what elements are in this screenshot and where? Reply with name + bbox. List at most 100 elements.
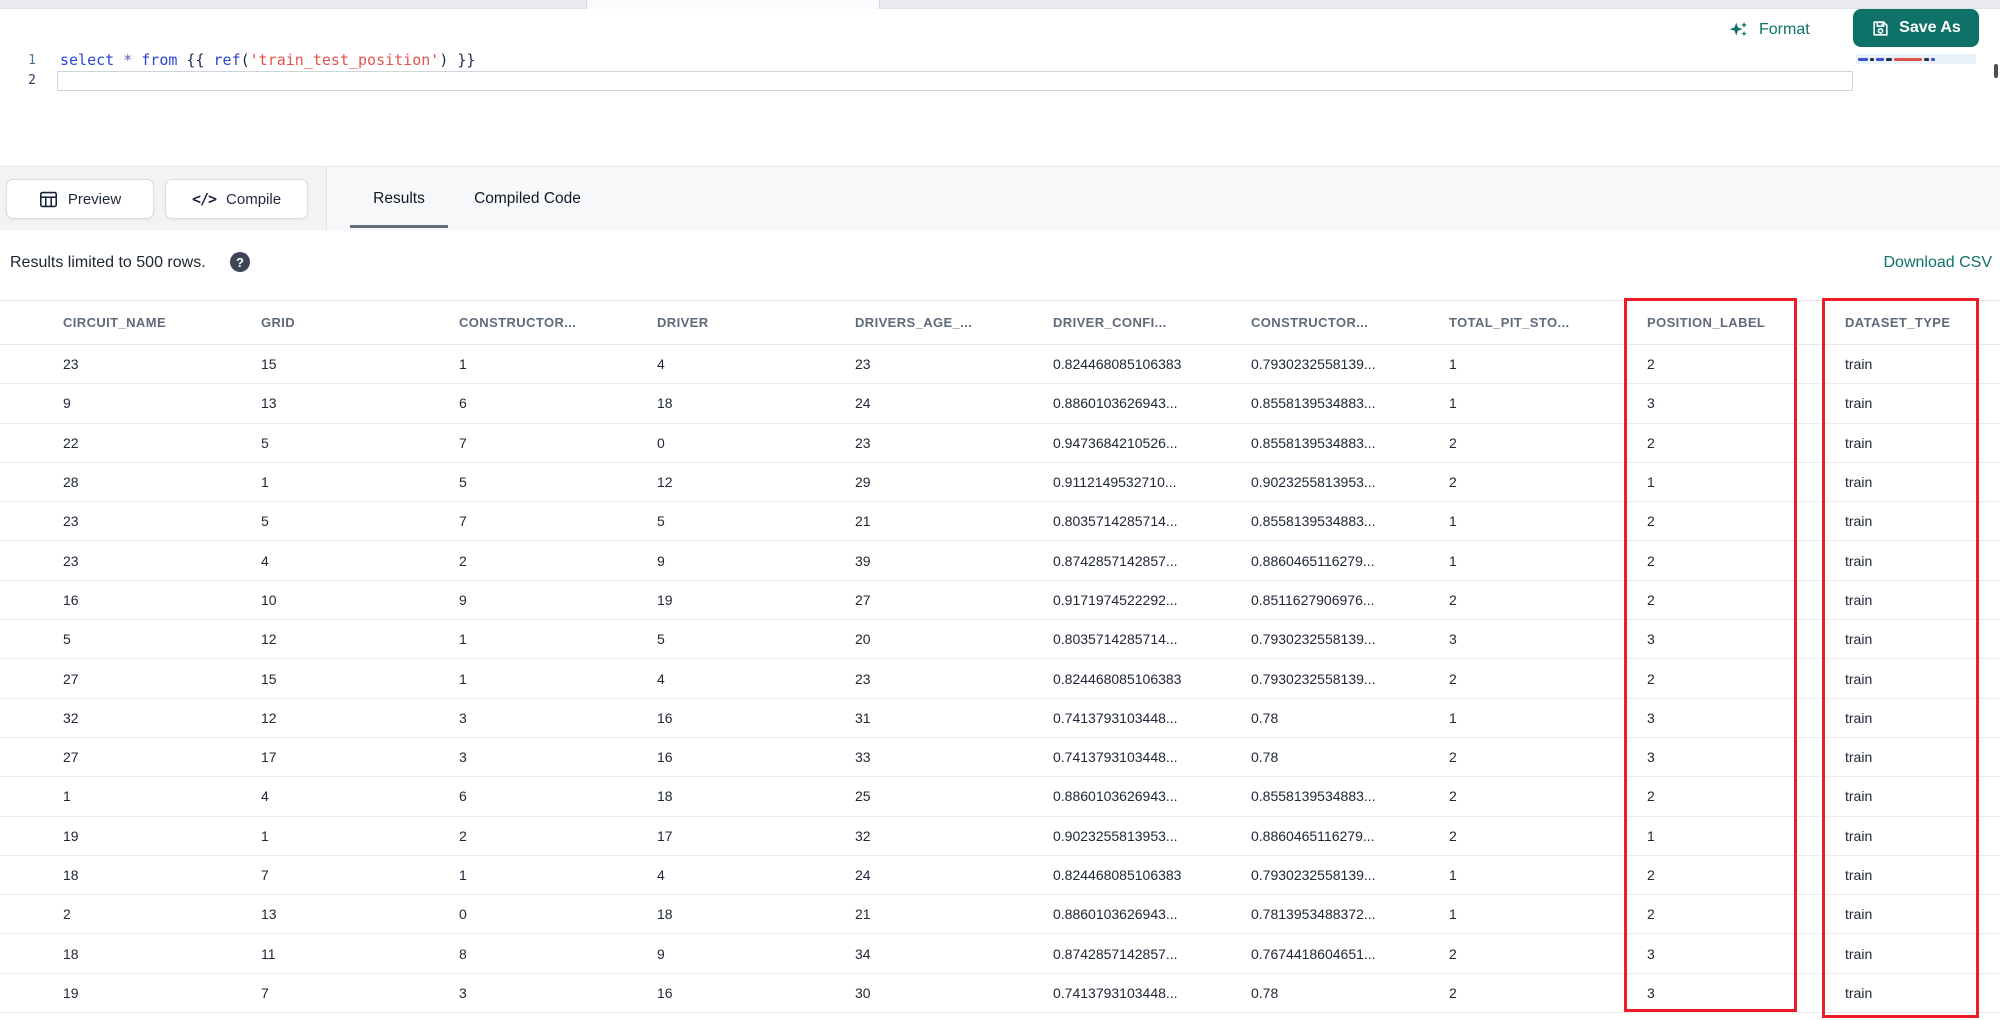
table-cell: 6 (459, 395, 467, 412)
format-button[interactable]: Format (1728, 15, 1810, 45)
compile-label: Compile (226, 190, 282, 208)
help-icon[interactable]: ? (230, 252, 250, 272)
table-row: 18 7 1 4 24 0.824468085106383 0.7930232558139.… (0, 855, 2000, 896)
table-cell: 2 (1647, 906, 1655, 923)
table-cell: 0.9023255813953... (1251, 474, 1376, 491)
column-header: DATASET_TYPE (1845, 315, 1951, 330)
table-cell: 28 (63, 474, 79, 491)
editor-scrollbar-handle[interactable] (1994, 64, 1998, 78)
table-cell: 4 (657, 670, 665, 687)
table-cell: 0.7813953488372... (1251, 906, 1376, 923)
table-cell: 2 (1449, 670, 1457, 687)
table-cell: 2 (1449, 827, 1457, 844)
tab-results[interactable]: Results (350, 167, 448, 231)
active-tab-underline (350, 225, 448, 228)
sql-ide-root: Format Save As 1 2 select * from {{ ref(… (0, 0, 2000, 1020)
table-cell: train (1845, 867, 1873, 883)
minimap-code-line (1856, 54, 1976, 64)
code-line-1[interactable]: select * from {{ ref('train_test_positio… (60, 51, 475, 69)
table-cell: 0.8558139534883... (1251, 513, 1376, 530)
table-cell: 0.7930232558139... (1251, 356, 1376, 373)
table-cell: 0.7413793103448... (1053, 749, 1178, 766)
table-row: 28 1 5 12 29 0.9112149532710... 0.902325581395… (0, 462, 2000, 503)
table-cell: train (1845, 395, 1873, 412)
table-body: 23 15 1 4 23 0.824468085106383 0.7930232558139… (0, 345, 2000, 1014)
compile-button[interactable]: </> Compile (165, 179, 308, 219)
table-cell: 5 (63, 631, 71, 648)
active-editor-tab[interactable] (586, 0, 880, 9)
table-cell: 7 (459, 513, 467, 530)
code-token: select (60, 51, 115, 69)
table-cell: train (1845, 984, 1873, 1001)
table-cell: 16 (657, 749, 673, 766)
table-row: 19 7 3 16 30 0.7413793103448... 0.78 2 3 train (0, 973, 2000, 1014)
code-brackets-icon: </> (191, 190, 217, 208)
editor-toolbar: Format Save As (0, 9, 2000, 47)
save-as-button[interactable]: Save As (1853, 9, 1979, 47)
table-cell: 39 (855, 552, 871, 569)
tab-compiled-code[interactable]: Compiled Code (455, 167, 600, 231)
table-cell: 16 (63, 591, 79, 608)
table-cell: 17 (657, 827, 673, 844)
table-cell: 1 (1647, 474, 1655, 491)
table-cell: 21 (855, 513, 871, 530)
table-cell: 23 (63, 356, 79, 373)
table-cell: 9 (657, 945, 665, 962)
table-cell: 19 (63, 984, 79, 1001)
table-cell: 18 (657, 906, 673, 923)
table-cell: 2 (1647, 670, 1655, 687)
table-cell: 0.824468085106383 (1053, 670, 1182, 687)
table-cell: 18 (657, 788, 673, 805)
table-cell: 0.8511627906976... (1251, 591, 1375, 608)
table-cell: 0.9023255813953... (1053, 827, 1178, 844)
table-cell: 21 (855, 906, 871, 923)
table-cell: 9 (657, 552, 665, 569)
table-cell: 11 (261, 945, 276, 962)
download-csv-link[interactable]: Download CSV (1884, 254, 1993, 272)
table-cell: 30 (855, 984, 871, 1001)
preview-button[interactable]: Preview (6, 179, 154, 219)
table-cell: 10 (261, 591, 277, 608)
table-cell: 16 (657, 984, 673, 1001)
table-cell: 15 (261, 356, 277, 373)
table-cell: 13 (261, 395, 277, 412)
table-cell: 18 (657, 395, 673, 412)
editor-minimap[interactable] (1856, 48, 1996, 112)
code-token: {{ (177, 51, 214, 69)
table-cell: 0 (657, 434, 665, 451)
table-cell: 1 (1449, 709, 1457, 726)
table-cell: train (1845, 631, 1873, 648)
table-cell: 27 (63, 670, 79, 687)
format-label: Format (1759, 21, 1810, 38)
table-header-row: CIRCUIT_NAME GRID CONSTRUCTOR... DRIVER DRIV… (0, 300, 2000, 345)
table-cell: 12 (657, 474, 673, 491)
preview-label: Preview (67, 190, 122, 208)
table-cell: 4 (261, 788, 269, 805)
table-row: 27 17 3 16 33 0.7413793103448... 0.78 2 3 train (0, 737, 2000, 778)
table-cell: 1 (459, 670, 467, 687)
table-cell: 0.7674418604651... (1251, 945, 1376, 962)
table-cell: 0.7413793103448... (1053, 709, 1178, 726)
table-cell: 0.8860465116279... (1251, 827, 1375, 844)
table-cell: train (1845, 513, 1873, 530)
table-row: 9 13 6 18 24 0.8860103626943... 0.855813953488… (0, 384, 2000, 424)
table-cell: 1 (1449, 552, 1457, 569)
table-cell: 3 (1647, 709, 1655, 726)
table-cell: 12 (261, 631, 277, 648)
active-line-input[interactable] (57, 71, 1853, 91)
table-cell: 5 (261, 434, 269, 451)
table-cell: 4 (657, 867, 665, 883)
table-cell: 1 (459, 356, 467, 373)
save-as-label: Save As (1899, 19, 1961, 36)
table-cell: 7 (261, 867, 269, 883)
table-cell: 0.9171974522292... (1053, 591, 1178, 608)
table-cell: 0.824468085106383 (1053, 867, 1182, 883)
line-number-gutter: 1 2 (0, 47, 44, 166)
table-cell: 0.8860465116279... (1251, 552, 1375, 569)
sql-editor[interactable]: 1 2 select * from {{ ref('train_test_pos… (0, 47, 2000, 166)
table-row: 23 4 2 9 39 0.8742857142857... 0.8860465116279… (0, 541, 2000, 581)
table-cell: 0.9473684210526... (1053, 434, 1178, 451)
table-cell: 0.8558139534883... (1251, 788, 1376, 805)
table-cell: 0 (459, 906, 467, 923)
table-cell: 2 (459, 552, 467, 569)
